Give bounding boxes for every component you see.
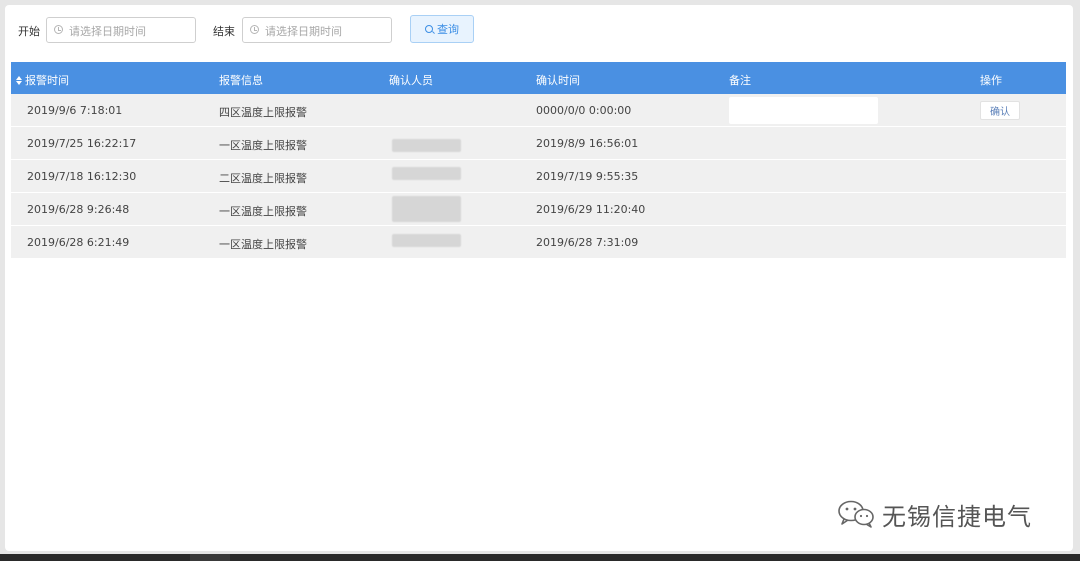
alarm-time: 2019/6/28 6:21:49 [27,236,130,249]
search-icon [425,25,433,33]
confirm-button[interactable]: 确认 [980,101,1020,120]
confirm-time: 2019/6/28 7:31:09 [536,236,639,249]
sort-icon[interactable] [16,76,22,85]
alarm-info: 四区温度上限报警 [219,106,307,119]
note-input[interactable] [729,97,878,124]
table-row: 2019/7/25 16:22:17 一区温度上限报警 2019/8/9 16:… [11,127,1066,160]
alarm-time: 2019/6/28 9:26:48 [27,203,130,216]
start-label: 开始 [18,25,40,38]
column-header-alarm-time[interactable]: 报警时间 [16,72,69,88]
column-header-alarm-info: 报警信息 [219,74,263,87]
taskbar-segment [190,554,230,561]
alarm-table: 报警时间 报警信息 确认人员 确认时间 备注 操作 2019/9/6 7:18:… [11,62,1066,259]
table-row: 2019/7/18 16:12:30 二区温度上限报警 2019/7/19 9:… [11,160,1066,193]
redacted-confirmer [392,196,461,222]
table-row: 2019/9/6 7:18:01 四区温度上限报警 0000/0/0 0:00:… [11,94,1066,127]
redacted-confirmer [392,234,461,247]
clock-icon [54,25,63,34]
start-date-field[interactable] [67,21,193,41]
column-header-confirmer: 确认人员 [389,74,433,87]
alarm-info: 一区温度上限报警 [219,139,307,152]
end-label: 结束 [213,25,235,38]
bottom-taskbar-strip [0,554,1080,561]
table-row: 2019/6/28 9:26:48 一区温度上限报警 2019/6/29 11:… [11,193,1066,226]
alarm-time: 2019/7/25 16:22:17 [27,137,137,150]
redacted-confirmer [392,139,461,152]
query-button-label: 查询 [437,23,459,36]
confirm-time: 0000/0/0 0:00:00 [536,104,632,117]
alarm-info: 一区温度上限报警 [219,205,307,218]
alarm-time: 2019/9/6 7:18:01 [27,104,123,117]
watermark-text: 无锡信捷电气 [882,502,1032,531]
column-header-confirm-time: 确认时间 [536,74,580,87]
confirm-time: 2019/7/19 9:55:35 [536,170,639,183]
alarm-time: 2019/7/18 16:12:30 [27,170,137,183]
column-header-note: 备注 [729,74,751,87]
wechat-icon [838,500,874,528]
end-date-field[interactable] [263,21,389,41]
watermark: 无锡信捷电气 [836,498,1032,531]
alarm-info: 一区温度上限报警 [219,238,307,251]
table-row: 2019/6/28 6:21:49 一区温度上限报警 2019/6/28 7:3… [11,226,1066,259]
redacted-confirmer [392,167,461,180]
table-header: 报警时间 报警信息 确认人员 确认时间 备注 操作 [11,62,1066,94]
confirm-time: 2019/8/9 16:56:01 [536,137,639,150]
alarm-info: 二区温度上限报警 [219,172,307,185]
confirm-time: 2019/6/29 11:20:40 [536,203,646,216]
end-date-input[interactable] [242,17,392,43]
start-date-input[interactable] [46,17,196,43]
clock-icon [250,25,259,34]
query-button[interactable]: 查询 [410,15,474,43]
column-header-action: 操作 [980,74,1002,87]
